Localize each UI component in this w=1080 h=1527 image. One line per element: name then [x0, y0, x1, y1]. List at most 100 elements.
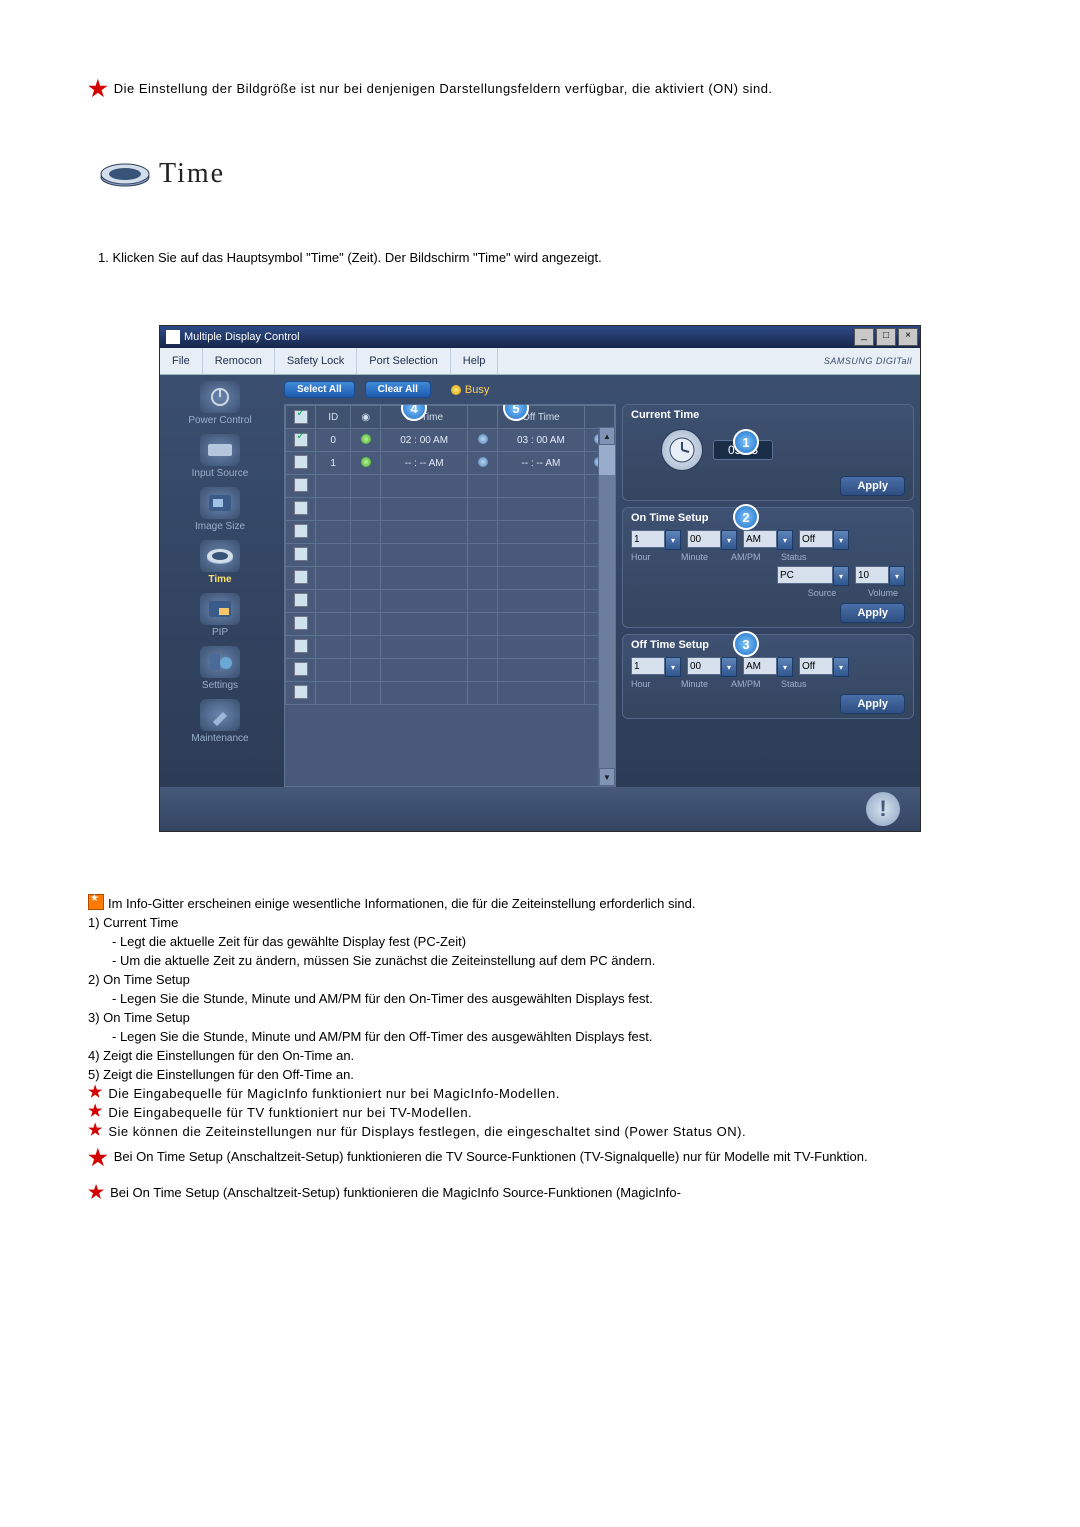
row-checkbox[interactable] [294, 570, 308, 584]
chevron-down-icon[interactable]: ▾ [721, 530, 737, 550]
row-checkbox[interactable] [294, 478, 308, 492]
item-3a: - Legen Sie die Stunde, Minute und AM/PM… [112, 1029, 992, 1044]
table-row[interactable] [286, 659, 615, 682]
row-checkbox[interactable] [294, 685, 308, 699]
menu-port-selection[interactable]: Port Selection [357, 348, 450, 374]
select-all-button[interactable]: Select All [284, 381, 355, 398]
table-row[interactable] [286, 613, 615, 636]
chevron-down-icon[interactable]: ▾ [777, 657, 793, 677]
chevron-down-icon[interactable]: ▾ [833, 530, 849, 550]
sidebar-item-maintenance[interactable]: Maintenance [160, 699, 280, 744]
sidebar-item-label: Image Size [195, 521, 245, 532]
chevron-down-icon[interactable]: ▾ [889, 566, 905, 586]
sidebar-item-image-size[interactable]: Image Size [160, 487, 280, 532]
close-button[interactable]: × [898, 328, 918, 346]
table-row[interactable] [286, 521, 615, 544]
row-checkbox[interactable] [294, 501, 308, 515]
star-icon: ★ [88, 1105, 102, 1119]
panel-title: Current Time [631, 409, 905, 421]
row-checkbox[interactable] [294, 593, 308, 607]
scroll-down-icon[interactable]: ▼ [599, 768, 615, 786]
sidebar-item-input[interactable]: Input Source [160, 434, 280, 479]
table-row[interactable] [286, 682, 615, 705]
note-1: Die Eingabequelle für MagicInfo funktion… [108, 1086, 560, 1101]
maximize-button[interactable]: □ [876, 328, 896, 346]
panel-title: On Time Setup [631, 512, 905, 524]
status-select[interactable]: ▾ [799, 657, 849, 677]
label-ampm: AM/PM [731, 552, 775, 562]
menu-safety-lock[interactable]: Safety Lock [275, 348, 357, 374]
time-icon [200, 540, 240, 572]
menu-file[interactable]: File [160, 348, 203, 374]
panel-title: Off Time Setup [631, 639, 905, 651]
row-checkbox[interactable] [294, 662, 308, 676]
table-row[interactable] [286, 590, 615, 613]
app-screenshot: Multiple Display Control _ □ × File Remo… [159, 325, 921, 832]
apply-button[interactable]: Apply [840, 476, 905, 496]
hour-select[interactable]: ▾ [631, 657, 681, 677]
sidebar-item-label: Time [208, 574, 231, 585]
scroll-up-icon[interactable]: ▲ [599, 427, 615, 445]
chevron-down-icon[interactable]: ▾ [833, 566, 849, 586]
label-minute: Minute [681, 679, 725, 689]
ampm-select[interactable]: ▾ [743, 530, 793, 550]
step-1-text: 1. Klicken Sie auf das Hauptsymbol "Time… [98, 250, 992, 265]
chevron-down-icon[interactable]: ▾ [665, 530, 681, 550]
chevron-down-icon[interactable]: ▾ [665, 657, 681, 677]
scrollbar[interactable]: ▲ ▼ [598, 427, 615, 786]
note-4: Bei On Time Setup (Anschaltzeit-Setup) f… [114, 1149, 868, 1164]
minute-select[interactable]: ▾ [687, 657, 737, 677]
table-row[interactable] [286, 567, 615, 590]
callout-2: 2 [733, 504, 759, 530]
ampm-select[interactable]: ▾ [743, 657, 793, 677]
table-row[interactable]: 0 02 : 00 AM 03 : 00 AM [286, 429, 615, 452]
table-row[interactable] [286, 498, 615, 521]
app-logo-icon [166, 330, 180, 344]
table-row[interactable] [286, 475, 615, 498]
header-checkbox[interactable] [294, 410, 308, 424]
volume-select[interactable]: ▾ [855, 566, 905, 586]
item-3: 3) On Time Setup [88, 1010, 992, 1025]
table-row[interactable] [286, 636, 615, 659]
star-icon: ★ [88, 1086, 102, 1100]
callout-3: 3 [733, 631, 759, 657]
source-select[interactable]: ▾ [777, 566, 849, 586]
sidebar: Power Control Input Source Image Size Ti… [160, 375, 280, 787]
status-dot-icon [478, 457, 488, 467]
apply-button[interactable]: Apply [840, 603, 905, 623]
status-dot-icon [361, 434, 371, 444]
row-checkbox[interactable] [294, 433, 308, 447]
minute-select[interactable]: ▾ [687, 530, 737, 550]
clear-all-button[interactable]: Clear All [365, 381, 431, 398]
minimize-button[interactable]: _ [854, 328, 874, 346]
footer-bar: ! [160, 787, 920, 831]
sidebar-item-settings[interactable]: Settings [160, 646, 280, 691]
chevron-down-icon[interactable]: ▾ [833, 657, 849, 677]
sidebar-item-pip[interactable]: PIP [160, 593, 280, 638]
sidebar-item-power[interactable]: Power Control [160, 381, 280, 426]
item-2a: - Legen Sie die Stunde, Minute und AM/PM… [112, 991, 992, 1006]
sidebar-item-label: Settings [202, 680, 238, 691]
star-icon: ★ [88, 80, 108, 98]
menu-remocon[interactable]: Remocon [203, 348, 275, 374]
panel-on-time-setup: 2 On Time Setup ▾ ▾ ▾ ▾ Hour Minute [622, 507, 914, 628]
star-box-icon [88, 894, 104, 910]
sidebar-item-time[interactable]: Time [160, 540, 280, 585]
hour-select[interactable]: ▾ [631, 530, 681, 550]
row-checkbox[interactable] [294, 547, 308, 561]
row-checkbox[interactable] [294, 616, 308, 630]
table-row[interactable]: 1 -- : -- AM -- : -- AM [286, 452, 615, 475]
menu-help[interactable]: Help [451, 348, 499, 374]
busy-label: Busy [465, 384, 489, 396]
status-select[interactable]: ▾ [799, 530, 849, 550]
chevron-down-icon[interactable]: ▾ [777, 530, 793, 550]
scroll-thumb[interactable] [599, 445, 615, 475]
lamp-icon: ◉ [361, 412, 370, 423]
row-checkbox[interactable] [294, 639, 308, 653]
row-checkbox[interactable] [294, 524, 308, 538]
row-checkbox[interactable] [294, 455, 308, 469]
info-grid: 4 5 ID ◉ On Time Off Time [284, 404, 616, 787]
chevron-down-icon[interactable]: ▾ [721, 657, 737, 677]
table-row[interactable] [286, 544, 615, 567]
apply-button[interactable]: Apply [840, 694, 905, 714]
